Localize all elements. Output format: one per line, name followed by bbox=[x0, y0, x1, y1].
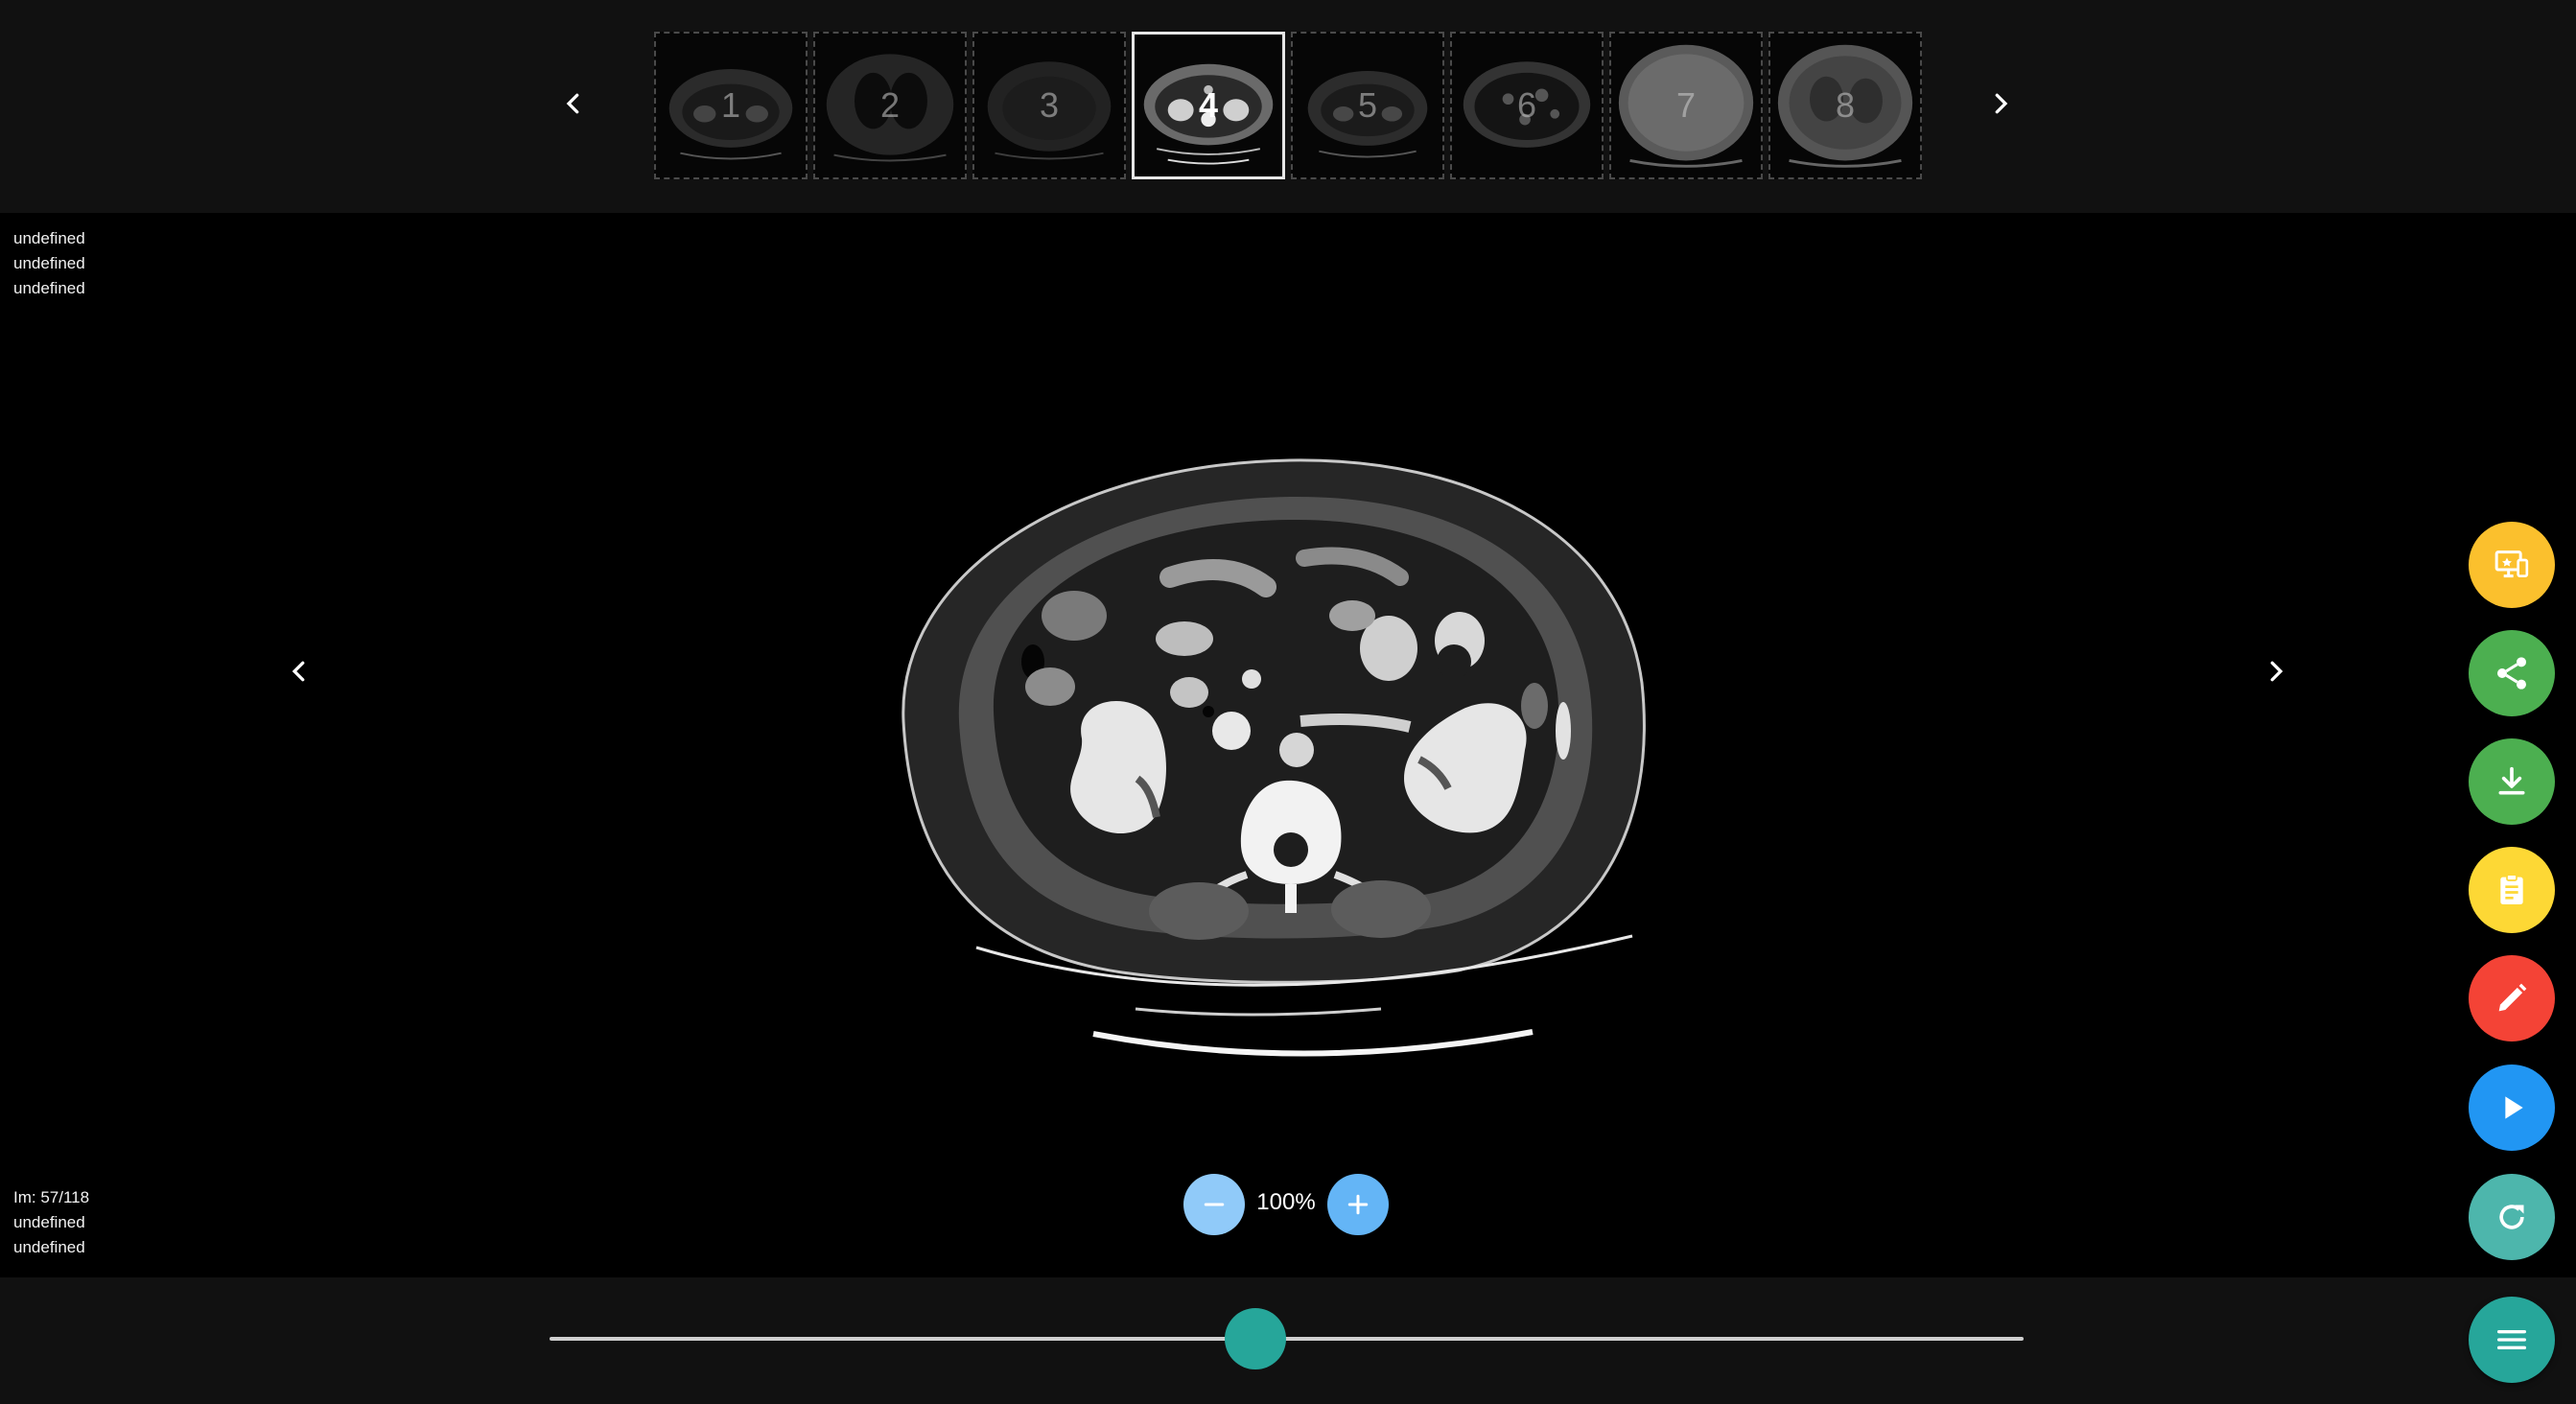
download-button[interactable] bbox=[2469, 738, 2555, 825]
series-thumbnail-4[interactable]: 4 bbox=[1132, 32, 1285, 179]
series-thumbnail-3[interactable]: 3 bbox=[972, 32, 1126, 179]
overlay-line: undefined bbox=[13, 1238, 85, 1256]
thumbnail-number: 4 bbox=[1198, 85, 1219, 125]
series-thumbnail-1[interactable]: 1 bbox=[654, 32, 808, 179]
download-icon bbox=[2498, 766, 2525, 795]
image-slider-track[interactable] bbox=[550, 1337, 2024, 1341]
overlay-line: undefined bbox=[13, 254, 85, 272]
edit-button[interactable] bbox=[2469, 955, 2555, 1041]
chevron-left-icon bbox=[292, 661, 305, 682]
series-next-button[interactable] bbox=[1983, 77, 2018, 130]
chevron-right-icon bbox=[2270, 661, 2283, 682]
series-thumbnail-6[interactable]: 6 bbox=[1450, 32, 1604, 179]
share-icon bbox=[2497, 657, 2526, 690]
image-slider-bar bbox=[0, 1277, 2576, 1404]
clipboard-icon bbox=[2500, 874, 2523, 904]
series-thumbnail-7[interactable]: 7 bbox=[1609, 32, 1763, 179]
previous-image-button[interactable] bbox=[280, 644, 318, 698]
series-thumbnail-2[interactable]: 2 bbox=[813, 32, 967, 179]
thumbnail-number: 2 bbox=[879, 85, 901, 125]
series-strip: 1 2 3 4 5 6 7 8 bbox=[0, 0, 2576, 213]
chevron-left-icon bbox=[566, 93, 579, 114]
overlay-info-top: undefined undefined undefined bbox=[13, 226, 85, 301]
menu-button[interactable] bbox=[2469, 1297, 2555, 1383]
share-button[interactable] bbox=[2469, 630, 2555, 716]
refresh-icon bbox=[2499, 1205, 2524, 1229]
report-button[interactable] bbox=[2469, 847, 2555, 933]
screen-share-button[interactable] bbox=[2469, 522, 2555, 608]
ct-scan-image bbox=[902, 458, 1646, 1057]
series-thumbnail-5[interactable]: 5 bbox=[1291, 32, 1444, 179]
thumbnail-number: 7 bbox=[1675, 85, 1697, 125]
refresh-button[interactable] bbox=[2469, 1174, 2555, 1260]
image-slider-thumb[interactable] bbox=[1224, 1308, 1286, 1369]
thumbnail-list: 1 2 3 4 5 6 7 8 bbox=[654, 32, 1922, 179]
overlay-line: undefined bbox=[13, 1213, 85, 1231]
overlay-line: undefined bbox=[13, 229, 85, 247]
menu-icon bbox=[2497, 1330, 2526, 1349]
plus-icon bbox=[1347, 1194, 1369, 1215]
play-icon bbox=[2505, 1096, 2523, 1119]
zoom-in-button[interactable] bbox=[1327, 1174, 1389, 1235]
series-prev-button[interactable] bbox=[556, 77, 591, 130]
thumbnail-number: 5 bbox=[1357, 85, 1378, 125]
next-image-button[interactable] bbox=[2257, 644, 2295, 698]
play-button[interactable] bbox=[2469, 1065, 2555, 1151]
image-index-label: Im: 57/118 bbox=[13, 1188, 90, 1206]
thumbnail-number: 1 bbox=[720, 85, 741, 125]
thumbnail-number: 6 bbox=[1516, 85, 1537, 125]
thumbnail-number: 3 bbox=[1039, 85, 1060, 125]
series-thumbnail-8[interactable]: 8 bbox=[1768, 32, 1922, 179]
screen-share-icon bbox=[2494, 550, 2529, 578]
chevron-right-icon bbox=[1995, 93, 2008, 114]
image-viewer[interactable]: undefined undefined undefined Im: 57/118… bbox=[0, 213, 2576, 1277]
overlay-info-bottom: Im: 57/118 undefined undefined bbox=[13, 1185, 89, 1260]
zoom-out-button[interactable] bbox=[1183, 1174, 1245, 1235]
minus-icon bbox=[1204, 1203, 1225, 1206]
zoom-level: 100% bbox=[1256, 1189, 1316, 1215]
thumbnail-number: 8 bbox=[1835, 85, 1856, 125]
pencil-icon bbox=[2498, 983, 2527, 1012]
overlay-line: undefined bbox=[13, 279, 85, 297]
